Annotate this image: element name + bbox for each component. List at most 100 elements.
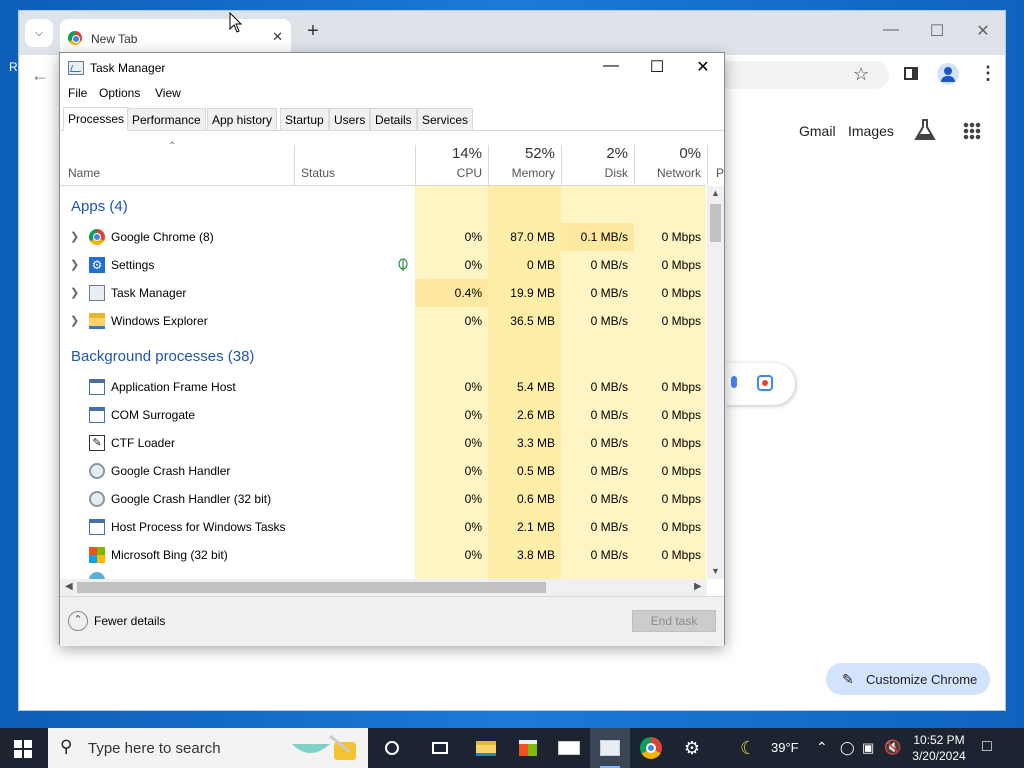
- task-manager-taskbar-icon[interactable]: [590, 728, 630, 768]
- column-power-header[interactable]: P: [716, 166, 724, 180]
- horizontal-scrollbar[interactable]: ◀ ▶: [60, 579, 707, 596]
- scroll-right-icon[interactable]: ▶: [694, 581, 702, 592]
- cortana-icon[interactable]: [372, 728, 412, 768]
- network-icon[interactable]: ▣: [862, 740, 874, 756]
- cpu-value: 0%: [464, 520, 482, 534]
- weather-temperature[interactable]: 39°F: [771, 740, 799, 755]
- tab-processes[interactable]: Processes: [63, 107, 130, 131]
- scroll-down-icon[interactable]: ▼: [711, 566, 720, 576]
- tab-close-icon[interactable]: ✕: [272, 29, 283, 45]
- images-link[interactable]: Images: [848, 123, 894, 139]
- expand-chevron-icon[interactable]: ❯: [70, 314, 79, 327]
- task-view-icon[interactable]: [420, 728, 460, 768]
- horizontal-scroll-thumb[interactable]: [77, 582, 546, 593]
- labs-flask-icon[interactable]: [914, 118, 936, 142]
- google-search-box[interactable]: [725, 363, 795, 405]
- column-network-header[interactable]: Network: [639, 166, 701, 180]
- chrome-minimize-button[interactable]: —: [881, 21, 901, 39]
- chevron-up-circle-icon[interactable]: ⌃: [68, 611, 88, 631]
- tab-search-button[interactable]: ⌵: [25, 19, 53, 47]
- group-header-background[interactable]: Background processes (38): [60, 342, 706, 372]
- windows-start-icon[interactable]: [14, 740, 32, 758]
- disk-value: 0 MB/s: [590, 492, 628, 506]
- tab-users[interactable]: Users: [329, 108, 371, 130]
- chrome-menu-icon[interactable]: ⋮: [979, 63, 997, 84]
- column-status-header[interactable]: Status: [301, 166, 335, 180]
- microsoft-store-icon[interactable]: [508, 728, 548, 768]
- vertical-scrollbar[interactable]: ▲ ▼: [707, 186, 724, 579]
- search-icon: ⚲: [60, 737, 73, 756]
- group-header-apps[interactable]: Apps (4): [60, 192, 706, 222]
- file-explorer-icon[interactable]: [466, 728, 506, 768]
- tm-maximize-button[interactable]: ☐: [642, 57, 672, 77]
- volume-muted-icon[interactable]: 🔇: [884, 739, 901, 756]
- tab-performance[interactable]: Performance: [127, 108, 206, 130]
- voice-search-icon[interactable]: [731, 376, 737, 388]
- bookmark-star-icon[interactable]: ☆: [853, 64, 869, 85]
- tab-startup[interactable]: Startup: [280, 108, 329, 130]
- taskbar-clock[interactable]: 10:52 PM 3/20/2024: [908, 732, 970, 764]
- tab-details[interactable]: Details: [370, 108, 417, 130]
- mouse-cursor-icon: [229, 12, 243, 33]
- profile-avatar-icon[interactable]: [937, 63, 959, 85]
- new-tab-button[interactable]: +: [301, 20, 325, 43]
- back-button[interactable]: ←: [31, 65, 49, 86]
- column-name-header[interactable]: Name: [68, 166, 100, 180]
- table-row[interactable]: ❯ Google Chrome (8) 0% 87.0 MB 0.1 MB/s …: [60, 223, 706, 251]
- end-task-button[interactable]: End task: [632, 610, 716, 632]
- table-row[interactable]: Google Crash Handler 0% 0.5 MB 0 MB/s 0 …: [60, 457, 706, 485]
- notifications-icon[interactable]: □: [982, 738, 992, 756]
- column-memory-header[interactable]: Memory: [493, 166, 555, 180]
- tm-minimize-button[interactable]: —: [596, 57, 626, 75]
- table-row[interactable]: ❯ ⚙ Settings 0% 0 MB 0 MB/s 0 Mbps: [60, 251, 706, 279]
- table-row[interactable]: ❯ Task Manager 0.4% 19.9 MB 0 MB/s 0 Mbp…: [60, 279, 706, 307]
- chrome-maximize-button[interactable]: ☐: [927, 21, 947, 41]
- disk-value: 0 MB/s: [590, 286, 628, 300]
- process-name: Settings: [111, 258, 155, 272]
- expand-chevron-icon[interactable]: ❯: [70, 258, 79, 271]
- tab-services[interactable]: Services: [417, 108, 474, 130]
- scroll-thumb[interactable]: [710, 204, 721, 242]
- tray-chevron-up-icon[interactable]: ⌃: [816, 739, 828, 756]
- memory-value: 3.8 MB: [516, 548, 555, 562]
- table-row[interactable]: Application Frame Host 0% 5.4 MB 0 MB/s …: [60, 373, 706, 401]
- scroll-left-icon[interactable]: ◀: [65, 581, 73, 592]
- google-lens-icon[interactable]: [757, 375, 773, 391]
- gmail-link[interactable]: Gmail: [799, 123, 836, 139]
- side-panel-icon[interactable]: [904, 67, 918, 80]
- menu-file[interactable]: File: [68, 86, 87, 100]
- scroll-up-icon[interactable]: ▲: [711, 188, 720, 198]
- customize-chrome-button[interactable]: ✎ Customize Chrome: [826, 663, 990, 695]
- suspended-leaf-icon: [398, 258, 408, 271]
- meet-now-icon[interactable]: ◯: [840, 740, 855, 756]
- tab-app-history[interactable]: App history: [207, 108, 278, 130]
- tm-close-button[interactable]: ✕: [688, 57, 718, 77]
- table-row[interactable]: Microsoft Bing (32 bit) 0% 3.8 MB 0 MB/s…: [60, 541, 706, 569]
- menu-options[interactable]: Options: [99, 86, 140, 100]
- pencil-icon: ✎: [842, 671, 854, 687]
- task-manager-icon: [68, 61, 84, 75]
- column-disk-header[interactable]: Disk: [566, 166, 628, 180]
- table-row[interactable]: Host Process for Windows Tasks 0% 2.1 MB…: [60, 513, 706, 541]
- cpu-value: 0%: [464, 380, 482, 394]
- expand-chevron-icon[interactable]: ❯: [70, 286, 79, 299]
- network-value: 0 Mbps: [661, 314, 701, 328]
- table-row[interactable]: COM Surrogate 0% 2.6 MB 0 MB/s 0 Mbps: [60, 401, 706, 429]
- browser-tab-new-tab[interactable]: New Tab ✕: [60, 19, 291, 55]
- column-separator: [634, 145, 635, 185]
- expand-chevron-icon[interactable]: ❯: [70, 230, 79, 243]
- mail-icon[interactable]: [549, 728, 589, 768]
- google-apps-icon[interactable]: [963, 122, 981, 140]
- chrome-close-button[interactable]: ✕: [973, 21, 993, 41]
- chrome-taskbar-icon[interactable]: [631, 728, 671, 768]
- process-name: COM Surrogate: [111, 408, 196, 422]
- network-percent: 0%: [679, 145, 701, 162]
- settings-taskbar-icon[interactable]: ⚙: [672, 728, 712, 768]
- table-row[interactable]: ❯ Windows Explorer 0% 36.5 MB 0 MB/s 0 M…: [60, 307, 706, 335]
- table-row[interactable]: Google Crash Handler (32 bit) 0% 0.6 MB …: [60, 485, 706, 513]
- column-cpu-header[interactable]: CPU: [420, 166, 482, 180]
- table-row[interactable]: ✎ CTF Loader 0% 3.3 MB 0 MB/s 0 Mbps: [60, 429, 706, 457]
- fewer-details-button[interactable]: Fewer details: [94, 614, 165, 628]
- taskbar-search-box[interactable]: ⚲ Type here to search: [48, 728, 368, 768]
- menu-view[interactable]: View: [155, 86, 181, 100]
